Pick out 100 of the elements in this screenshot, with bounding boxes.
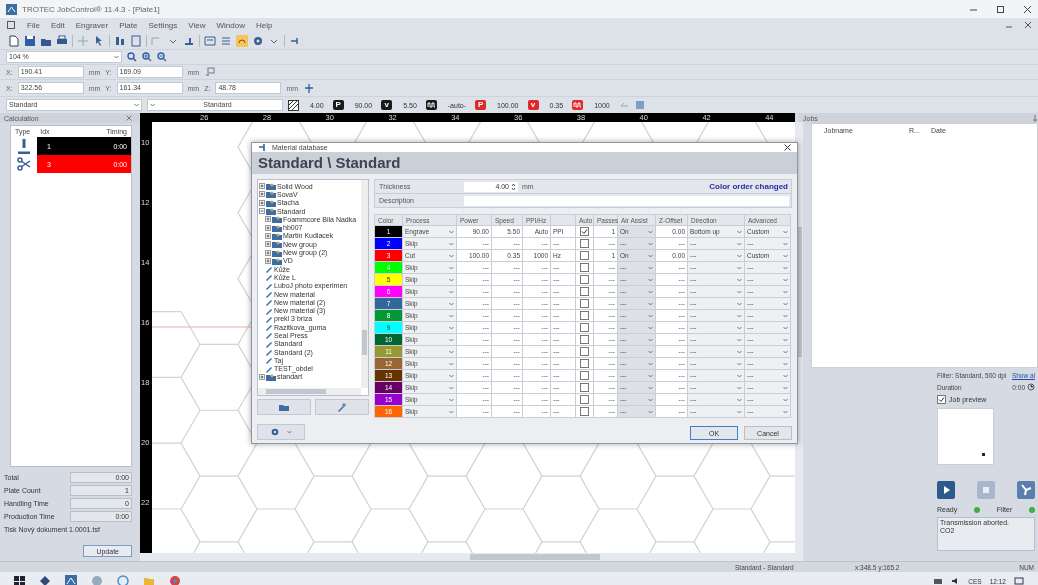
zoom-icon[interactable] [127,52,137,62]
network-icon[interactable] [933,577,944,585]
play-button-icon[interactable] [937,481,955,499]
app-icon[interactable] [39,575,51,585]
menu-item[interactable]: Plate [119,20,138,30]
scrollbar-thumb[interactable] [470,554,600,560]
chevron-down-icon [737,397,742,402]
notification-icon[interactable] [1014,576,1024,585]
chevron-down-icon [737,265,742,270]
chevron-down-icon [737,277,742,282]
layout-icon[interactable] [204,34,216,47]
chevron-down-icon [449,385,454,390]
save-icon[interactable] [24,34,36,47]
chevron-down-icon [737,325,742,330]
expand-toggle-icon[interactable] [265,224,271,231]
chevron-down-icon [648,325,653,330]
scrollbar-thumb[interactable] [362,330,367,355]
chevron-down-icon [737,253,742,258]
checkbox[interactable] [580,323,589,332]
chevron-down-icon [737,241,742,246]
move-icon[interactable] [303,82,316,94]
chevron-down-icon [648,313,653,318]
chevron-down-icon [449,313,454,318]
chevron-down-icon [783,385,788,390]
settings-dropdown[interactable] [257,424,305,440]
expand-toggle-icon[interactable] [265,232,271,239]
menu-item[interactable]: Engraver [75,20,109,30]
folder-people-icon [272,256,282,265]
chevron-down-icon [737,289,742,294]
chevron-down-icon [737,373,742,378]
chevron-down-icon [783,409,788,414]
menu-item[interactable]: View [188,20,206,30]
expand-toggle-icon[interactable] [265,249,271,256]
checkbox[interactable] [580,359,589,368]
folder-people-icon [272,248,282,257]
checkbox[interactable] [580,311,589,320]
timer-icon[interactable] [1027,383,1035,391]
expand-toggle-icon[interactable] [259,373,265,380]
menu-item[interactable]: File [27,20,40,30]
checkbox[interactable] [580,275,589,284]
checkbox[interactable] [937,395,946,404]
chevron-down-icon [449,277,454,282]
app-logo-icon[interactable] [65,575,77,585]
chevron-down-icon [449,397,454,402]
scrollbar-thumb[interactable] [266,389,326,394]
checkbox[interactable] [580,347,589,356]
checkbox[interactable] [580,299,589,308]
checkbox[interactable] [580,335,589,344]
close-icon[interactable] [1023,4,1032,14]
settings-icon[interactable] [252,34,264,47]
align-icon[interactable] [114,34,126,47]
chevron-down-icon [648,385,653,390]
expand-toggle-icon[interactable] [265,216,271,223]
expand-toggle-icon[interactable] [259,199,265,206]
checkbox[interactable] [580,263,589,272]
scissors-icon [17,156,31,172]
gauge-icon[interactable] [236,34,248,47]
checkbox[interactable] [580,395,589,404]
chevron-down-icon [737,301,742,306]
chevron-down-icon [134,103,139,107]
chevron-down-icon [449,409,454,414]
page-icon[interactable] [130,34,142,47]
checkbox[interactable] [580,383,589,392]
menu-item[interactable]: Edit [50,20,65,30]
expand-toggle-icon[interactable] [259,183,265,190]
chevron-down-icon [150,103,155,107]
expand-toggle-icon[interactable] [265,257,271,264]
menu-item[interactable]: Help [255,20,273,30]
close-icon[interactable] [784,144,791,151]
expand-toggle-icon[interactable] [259,191,265,198]
checkbox[interactable] [580,287,589,296]
document-icon [6,20,16,30]
print-icon[interactable] [56,34,68,47]
parameter-badge: P [475,100,487,110]
chevron-down-icon [783,289,788,294]
chevron-down-icon [449,301,454,306]
chevron-down-icon [648,229,653,234]
new-document-icon[interactable] [8,34,20,47]
zoom-in-icon[interactable] [142,52,152,62]
position-icon[interactable] [204,66,217,78]
expand-toggle-icon[interactable] [259,208,265,215]
chevron-down-icon [648,409,653,414]
chevron-down-icon [737,385,742,390]
add-group-button[interactable] [257,399,311,415]
chevron-down-icon [114,55,119,59]
windows-icon[interactable] [14,575,25,585]
browser-icon[interactable] [169,575,181,585]
expand-toggle-icon[interactable] [265,241,271,248]
checkbox[interactable] [580,227,589,236]
menu-item[interactable]: Settings [148,20,178,30]
chevron-down-icon [783,265,788,270]
menu-item[interactable]: Window [216,20,245,30]
checkbox[interactable] [580,239,589,248]
checkbox[interactable] [580,251,589,260]
zoom-out-icon[interactable] [157,52,167,62]
maximize-icon[interactable] [996,4,1005,14]
close-icon[interactable] [1024,21,1032,29]
chevron-down-icon [648,349,653,354]
checkbox[interactable] [580,371,589,380]
checkbox[interactable] [580,407,589,416]
